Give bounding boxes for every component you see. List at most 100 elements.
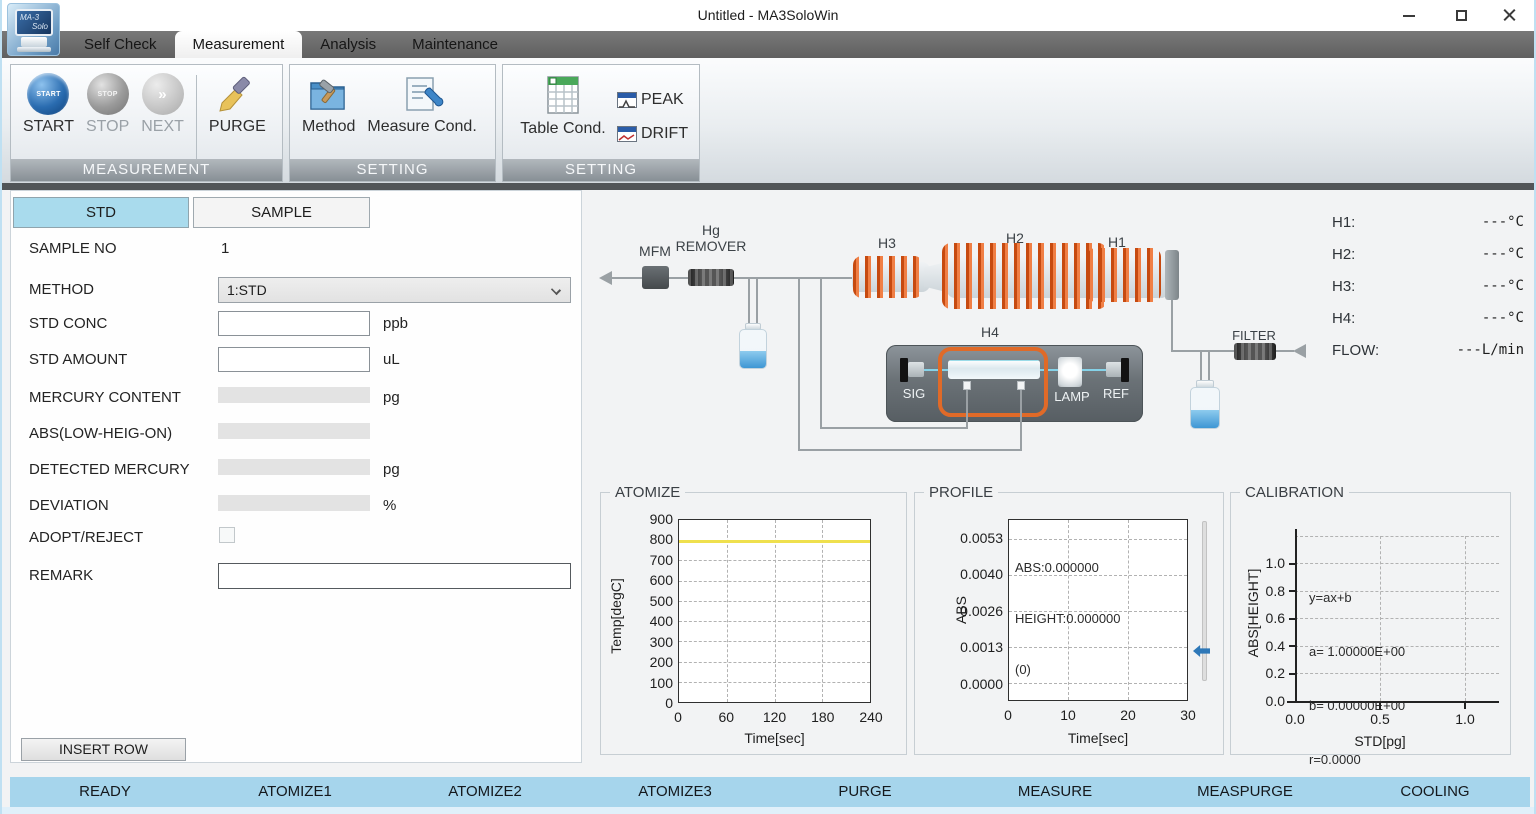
stop-icon: STOP <box>87 73 129 115</box>
drift-label: DRIFT <box>641 125 688 143</box>
tab-sample[interactable]: SAMPLE <box>193 197 370 228</box>
profile-xtick: 10 <box>1056 707 1080 723</box>
h1-heater-coil <box>1087 248 1161 302</box>
calibration-ytick: 0.4 <box>1255 638 1285 654</box>
method-select-value: 1:STD <box>227 282 267 298</box>
ribbon-toolbar: START START STOP STOP » NEXT <box>2 58 1534 183</box>
calibration-annotation: y=ax+b a= 1.00000E+00 b= 0.00000E+00 r=0… <box>1309 553 1405 805</box>
start-icon: START <box>27 73 69 115</box>
setting-group-caption-2: SETTING <box>503 159 699 181</box>
purge-label: PURGE <box>209 118 266 136</box>
app-logo-icon: MA-3 Solo <box>7 3 60 56</box>
close-button[interactable] <box>1486 0 1532 31</box>
calibration-chart-box: CALIBRATION ABS[HEIGHT] 1.0 0.8 0.6 <box>1230 492 1511 755</box>
status-ready: READY <box>10 777 200 807</box>
method-folder-hammer-icon <box>306 73 352 115</box>
drift-window-icon <box>617 126 637 142</box>
hg-remover-label: HgREMOVER <box>671 222 751 254</box>
application-window: Untitled - MA3SoloWin MA-3 Solo Self Che… <box>0 0 1536 814</box>
calibration-ytick: 0.6 <box>1255 610 1285 626</box>
bottle1-icon <box>739 329 767 369</box>
sig-detector-bar <box>900 358 908 382</box>
readout-h2: H2:---°C <box>1332 246 1524 266</box>
chevron-down-icon <box>551 285 561 295</box>
method-select[interactable]: 1:STD <box>218 277 571 303</box>
readout-flow: FLOW:---L/min <box>1332 342 1524 362</box>
peak-button[interactable]: PEAK <box>617 91 688 109</box>
deviation-field <box>218 495 370 511</box>
next-icon: » <box>142 73 184 115</box>
profile-scale-slider[interactable] <box>1202 521 1207 681</box>
deviation-unit: % <box>383 497 396 514</box>
ref-label: REF <box>1098 386 1134 401</box>
profile-xtick: 30 <box>1176 707 1200 723</box>
profile-xtick: 0 <box>996 707 1020 723</box>
minimize-icon <box>1403 15 1415 17</box>
std-conc-input[interactable] <box>218 311 370 336</box>
std-conc-label: STD CONC <box>29 315 107 332</box>
app-logo-text-1: MA-3 <box>20 13 51 22</box>
bottle2-line-b <box>1208 352 1210 382</box>
atomize-xlabel: Time[sec] <box>678 730 871 746</box>
adopt-reject-checkbox[interactable] <box>219 527 235 543</box>
table-cond-button[interactable]: Table Cond. <box>509 71 617 140</box>
minimize-button[interactable] <box>1386 0 1432 31</box>
cap-down-line <box>1171 300 1173 352</box>
profile-ytick: 0.0026 <box>947 603 1003 619</box>
window-bottom-edge <box>2 807 1534 814</box>
calibration-xlabel: STD[pg] <box>1295 733 1465 749</box>
h2-heater-coil <box>942 243 1107 309</box>
remark-input[interactable] <box>218 563 571 589</box>
ribbon-bottom-strip <box>2 183 1534 190</box>
std-amount-input[interactable] <box>218 347 370 372</box>
calibration-ytick: 1.0 <box>1255 555 1285 571</box>
atomize-chart-title: ATOMIZE <box>610 484 685 501</box>
air-inlet-arrow-icon <box>1293 344 1306 358</box>
app-logo-text-2: Solo <box>20 22 51 31</box>
start-button[interactable]: START START <box>17 71 80 138</box>
insert-row-button[interactable]: INSERT ROW <box>21 738 186 761</box>
bottle1-line-b <box>756 279 758 328</box>
tab-analysis[interactable]: Analysis <box>302 31 394 58</box>
drift-button[interactable]: DRIFT <box>617 125 688 143</box>
peak-window-icon <box>617 92 637 108</box>
adopt-reject-label: ADOPT/REJECT <box>29 529 143 546</box>
tab-measurement[interactable]: Measurement <box>175 31 303 58</box>
purge-button[interactable]: PURGE <box>203 71 272 138</box>
readout-h4: H4:---°C <box>1332 310 1524 330</box>
cell-port-right <box>1017 381 1025 390</box>
lamp-icon <box>1058 357 1082 387</box>
window-title: Untitled - MA3SoloWin <box>2 7 1534 23</box>
method-button[interactable]: Method <box>296 71 361 138</box>
ribbon-separator <box>196 75 197 163</box>
maximize-icon <box>1456 10 1467 21</box>
start-label: START <box>23 118 74 136</box>
readout-h3: H3:---°C <box>1332 278 1524 298</box>
tab-maintenance[interactable]: Maintenance <box>394 31 516 58</box>
tube-end-cap <box>1165 250 1179 300</box>
next-button[interactable]: » NEXT <box>135 71 190 138</box>
stop-button[interactable]: STOP STOP <box>80 71 135 138</box>
lamp-label: LAMP <box>1050 389 1094 404</box>
measurement-cell-tube <box>948 360 1040 379</box>
title-bar: Untitled - MA3SoloWin <box>2 0 1534 31</box>
tab-std[interactable]: STD <box>13 197 189 228</box>
measure-cond-button[interactable]: Measure Cond. <box>361 71 482 138</box>
branch-a-down <box>798 279 800 451</box>
ref-detector-bar <box>1121 358 1129 382</box>
cell-port-left <box>963 381 971 390</box>
abs-low-heig-on-field <box>218 423 370 439</box>
ribbon-group-setting-2: Table Cond. PEAK DRIFT <box>502 64 700 182</box>
table-cond-label: Table Cond. <box>520 120 605 138</box>
profile-ytick: 0.0000 <box>947 676 1003 692</box>
sample-form-panel: STD SAMPLE SAMPLE NO 1 METHOD 1:STD STD … <box>10 190 582 763</box>
mercury-content-label: MERCURY CONTENT <box>29 389 181 406</box>
atomize-chart-box: ATOMIZE Temp[degC] 900800 700600 500400 … <box>600 492 907 755</box>
tab-self-check[interactable]: Self Check <box>66 31 175 58</box>
maximize-button[interactable] <box>1438 0 1484 31</box>
stop-label: STOP <box>86 118 129 136</box>
table-cond-spreadsheet-icon <box>544 73 582 117</box>
filter-icon <box>1234 343 1276 360</box>
filter-line-left <box>1171 350 1235 352</box>
profile-chart-box: PROFILE ABS 0.0053 0.0040 0.0026 0.0013 … <box>914 492 1224 755</box>
